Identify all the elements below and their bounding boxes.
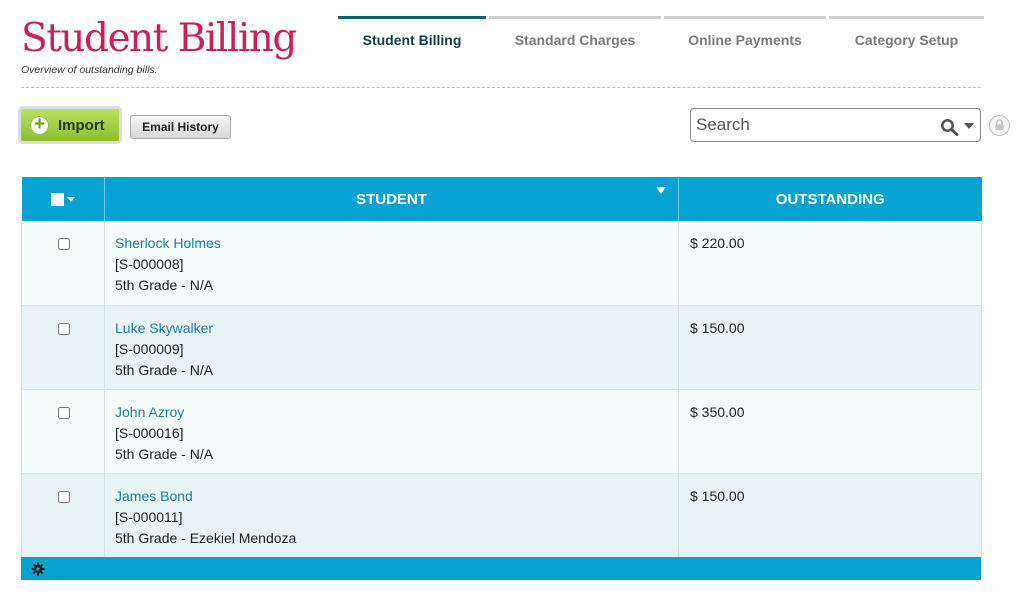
page-subtitle: Overview of outstanding bills.: [21, 64, 158, 76]
table-row: Luke Skywalker [S-000009] 5th Grade - N/…: [21, 305, 982, 390]
student-name-link[interactable]: James Bond: [115, 486, 668, 507]
column-header-outstanding-label: OUTSTANDING: [775, 190, 885, 208]
tab-bar: Student Billing Standard Charges Online …: [338, 16, 987, 60]
student-id: [S-000016]: [115, 424, 184, 441]
row-select-cell: [21, 221, 105, 306]
select-all-checkbox[interactable]: [50, 193, 64, 207]
student-grade: 5th Grade - Ezekiel Mendoza: [115, 529, 297, 546]
row-checkbox[interactable]: [57, 490, 70, 503]
student-grade: 5th Grade - N/A: [115, 361, 214, 378]
column-header-outstanding[interactable]: OUTSTANDING: [678, 177, 982, 221]
row-checkbox[interactable]: [57, 406, 70, 419]
page-title: Student Billing: [21, 16, 297, 61]
sort-icon[interactable]: [656, 187, 666, 194]
table-row: James Bond [S-000011] 5th Grade - Ezekie…: [21, 473, 982, 558]
lock-icon[interactable]: [989, 115, 1010, 136]
student-id: [S-000008]: [115, 256, 184, 272]
email-history-button[interactable]: Email History: [130, 115, 231, 139]
table-row: John Azroy [S-000016] 5th Grade - N/A $ …: [21, 389, 982, 474]
plus-icon: +: [30, 115, 49, 135]
outstanding-amount: $ 350.00: [678, 389, 982, 474]
row-select-cell: [21, 473, 105, 558]
student-grade: 5th Grade - N/A: [115, 277, 214, 293]
student-name-link[interactable]: John Azroy: [115, 402, 668, 423]
tab-category-setup[interactable]: Category Setup: [829, 16, 984, 60]
import-button[interactable]: + Import: [18, 106, 122, 144]
table-footer: [21, 557, 981, 580]
row-checkbox[interactable]: [57, 322, 70, 335]
select-all-header: [21, 177, 105, 221]
column-header-student-label: STUDENT: [356, 190, 427, 208]
student-name-link[interactable]: Sherlock Holmes: [115, 233, 668, 254]
search-input[interactable]: [696, 114, 926, 136]
table-header-row: STUDENT OUTSTANDING: [21, 177, 982, 221]
search-options-caret-icon[interactable]: [964, 123, 974, 129]
student-id: [S-000011]: [115, 508, 183, 525]
row-checkbox[interactable]: [57, 238, 70, 250]
tab-online-payments[interactable]: Online Payments: [664, 16, 826, 60]
outstanding-amount: $ 220.00: [678, 221, 982, 306]
tab-student-billing[interactable]: Student Billing: [338, 16, 486, 60]
student-cell: James Bond [S-000011] 5th Grade - Ezekie…: [104, 473, 679, 558]
gear-icon[interactable]: [31, 562, 45, 576]
tab-standard-charges[interactable]: Standard Charges: [489, 16, 661, 60]
row-select-cell: [21, 389, 105, 474]
select-menu-caret-icon[interactable]: [66, 197, 75, 203]
table-row: Sherlock Holmes [S-000008] 5th Grade - N…: [21, 221, 982, 306]
outstanding-amount: $ 150.00: [678, 305, 982, 390]
column-header-student[interactable]: STUDENT: [104, 177, 679, 221]
student-id: [S-000009]: [115, 340, 184, 357]
student-cell: Sherlock Holmes [S-000008] 5th Grade - N…: [104, 221, 679, 306]
import-button-label: Import: [58, 116, 105, 134]
student-cell: John Azroy [S-000016] 5th Grade - N/A: [104, 389, 679, 474]
student-name-link[interactable]: Luke Skywalker: [115, 318, 668, 339]
search-box: [690, 108, 981, 142]
student-grade: 5th Grade - N/A: [115, 445, 214, 462]
header-divider: [21, 87, 981, 88]
student-cell: Luke Skywalker [S-000009] 5th Grade - N/…: [104, 305, 679, 390]
search-icon[interactable]: [940, 118, 959, 136]
row-select-cell: [21, 305, 105, 390]
student-billing-table: STUDENT OUTSTANDING Sherlock Holmes [S-0…: [21, 177, 982, 558]
outstanding-amount: $ 150.00: [678, 473, 982, 558]
